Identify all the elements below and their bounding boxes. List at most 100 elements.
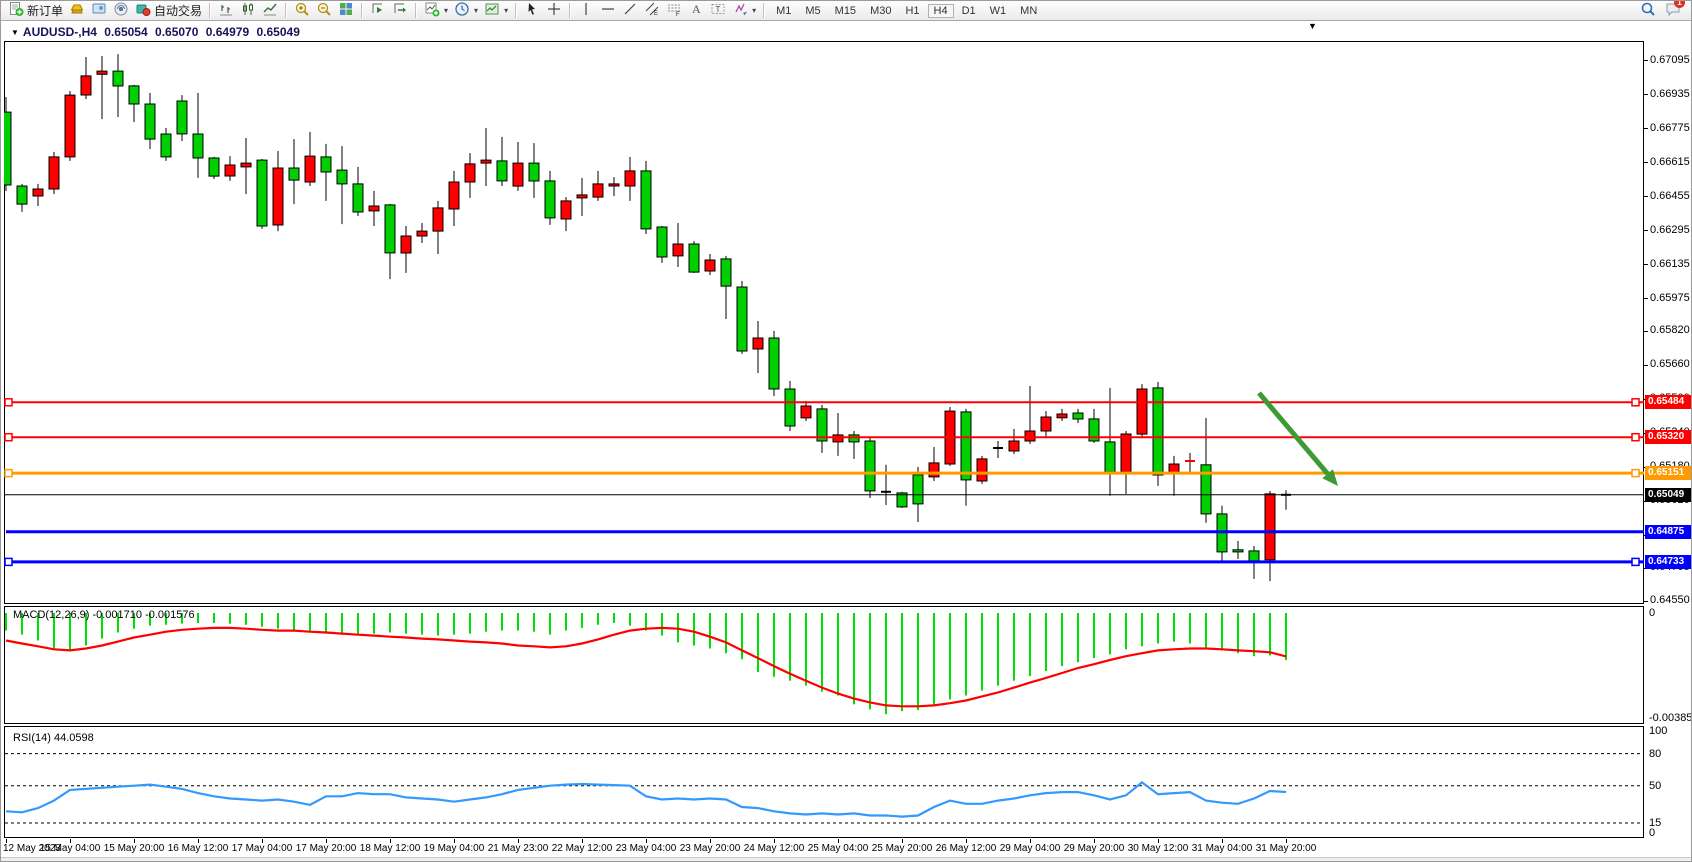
time-label: 23 May 04:00 [616,843,677,854]
text-icon: A [688,1,704,20]
chart-shift-button[interactable] [389,2,411,20]
new-order-button[interactable]: 新订单 [5,2,66,20]
vertical-line-button[interactable] [575,2,597,20]
svg-text:T: T [716,5,721,14]
line-handle[interactable] [5,399,12,406]
price-chart[interactable] [4,41,1644,604]
new-order-label: 新订单 [27,2,63,19]
time-label: 23 May 20:00 [680,843,741,854]
price-tick-label: 0.66135 [1650,258,1690,271]
chevron-down-icon[interactable]: ▼ [11,28,19,37]
gold-icon [69,1,85,20]
signals-button[interactable] [110,2,132,20]
time-label: 16 May 12:00 [168,843,229,854]
arrows-icon [732,1,748,20]
timeframe-m30[interactable]: M30 [864,4,897,18]
symbol-period-label: AUDUSD-,H4 [23,25,97,39]
line-chart-button[interactable] [259,2,281,20]
auto-scroll-button[interactable] [367,2,389,20]
cursor-button[interactable] [521,2,543,20]
line-handle[interactable] [5,470,12,477]
time-label: 18 May 12:00 [360,843,421,854]
price-tick-label: 0.66615 [1650,156,1690,169]
time-label: 19 May 04:00 [424,843,485,854]
price-tick-label: 0.65975 [1650,292,1690,305]
chart-shift-marker[interactable]: ▼ [1308,22,1317,31]
time-label: 24 May 12:00 [744,843,805,854]
timeframe-m1[interactable]: M1 [770,4,797,18]
zoom-in-button[interactable] [291,2,313,20]
status-bar [1,857,1691,862]
candlestick-chart-icon [240,1,256,20]
close-value: 0.65049 [256,25,299,39]
timeframe-d1[interactable]: D1 [956,4,982,18]
trendline-icon [622,1,638,20]
timeframe-h4[interactable]: H4 [928,4,954,18]
line-handle[interactable] [1632,434,1639,441]
macd-chart [4,606,1644,724]
timeframe-mn[interactable]: MN [1014,4,1043,18]
tile-windows-button[interactable] [335,2,357,20]
autotrading-icon [135,1,151,20]
rsi-subwindow[interactable] [4,726,1644,838]
chat-button[interactable]: 1 [1665,1,1681,20]
price-tick-label: 0.67095 [1650,54,1690,67]
candlestick-chart[interactable] [4,41,1644,604]
zoom-out-button[interactable] [313,2,335,20]
macd-min-label: -0.003853 [1649,712,1692,724]
time-label: 31 May 20:00 [1256,843,1317,854]
time-label: 21 May 23:00 [488,843,549,854]
price-level-badge: 0.65484 [1645,395,1691,409]
indicators-button[interactable]: ▾ [421,2,451,20]
axis-tick [1644,264,1648,265]
line-handle[interactable] [1632,399,1639,406]
search-button[interactable] [1637,2,1659,20]
terminal-icon [91,1,107,20]
svg-text:E: E [654,11,658,17]
channel-button[interactable]: E [641,2,663,20]
axis-tick [1644,94,1648,95]
line-handle[interactable] [1632,470,1639,477]
zoom-out-icon [316,1,332,20]
time-label: 15 May 04:00 [40,843,101,854]
rsi-axis-label: 100 [1649,725,1667,737]
line-chart-icon [262,1,278,20]
crosshair-button[interactable] [543,2,565,20]
time-label: 15 May 20:00 [104,843,165,854]
price-tick-label: 0.65820 [1650,324,1690,337]
periods-button[interactable]: ▾ [451,2,481,20]
trendline-button[interactable] [619,2,641,20]
bar-chart-button[interactable] [215,2,237,20]
templates-button[interactable]: ▾ [481,2,511,20]
text-button[interactable]: A [685,2,707,20]
fibonacci-button[interactable]: F [663,2,685,20]
open-value: 0.65054 [104,25,147,39]
line-handle[interactable] [1632,558,1639,565]
label-button[interactable]: T [707,2,729,20]
timeframe-m5[interactable]: M5 [799,4,826,18]
terminal-button[interactable] [88,2,110,20]
timeframe-w1[interactable]: W1 [984,4,1013,18]
timeframe-h1[interactable]: H1 [899,4,925,18]
deposit-button[interactable] [66,2,88,20]
macd-subwindow[interactable] [4,606,1644,724]
fibonacci-icon: F [666,1,682,20]
time-label: 22 May 12:00 [552,843,613,854]
rsi-axis-label: 50 [1649,780,1661,792]
price-level-badge: 0.65049 [1645,488,1691,502]
arrows-button[interactable]: ▾ [729,2,759,20]
price-tick-label: 0.66775 [1650,122,1690,135]
timeframe-m15[interactable]: M15 [829,4,862,18]
line-handle[interactable] [5,558,12,565]
time-label: 26 May 12:00 [936,843,997,854]
autotrading-button[interactable]: 自动交易 [132,2,205,20]
zoom-in-icon [294,1,310,20]
chart-shift-icon [392,1,408,20]
time-label: 25 May 20:00 [872,843,933,854]
line-handle[interactable] [5,434,12,441]
horizontal-line-button[interactable] [597,2,619,20]
candlestick-chart-button[interactable] [237,2,259,20]
toolbar-separator [361,3,363,18]
autotrading-label: 自动交易 [154,2,202,19]
axis-tick [1644,128,1648,129]
